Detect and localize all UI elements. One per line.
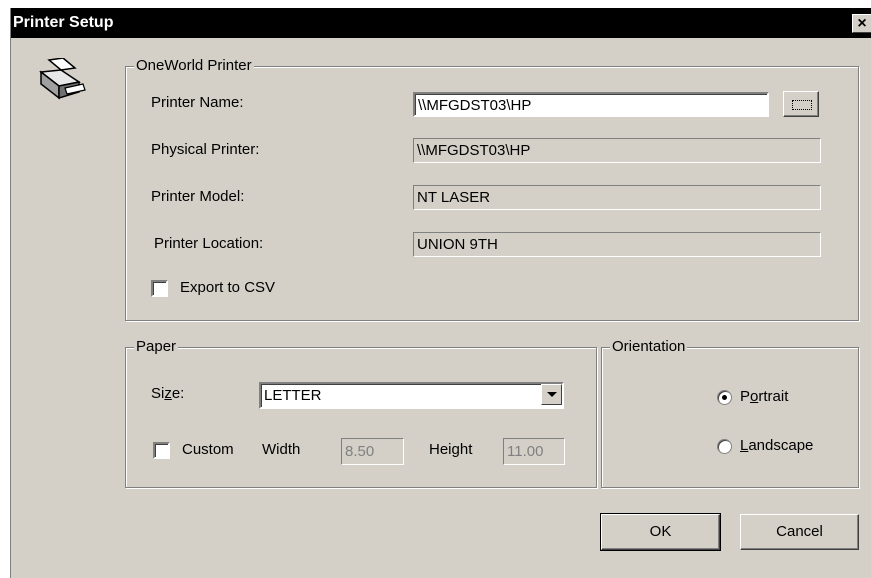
portrait-label[interactable]: Portrait xyxy=(740,388,788,406)
title-bar: Printer Setup × xyxy=(11,8,871,38)
paper-size-value: LETTER xyxy=(264,387,322,404)
physical-printer-field: \\MFGDST03\HP xyxy=(413,138,821,163)
window-title: Printer Setup xyxy=(13,14,114,31)
printer-name-input[interactable]: \\MFGDST03\HP xyxy=(413,92,769,117)
physical-printer-label: Physical Printer: xyxy=(151,141,260,158)
paper-group: Paper Size: LETTER Custom Width 8.50 Hei… xyxy=(125,338,597,488)
paper-group-label: Paper xyxy=(134,338,179,356)
printer-icon xyxy=(39,58,86,100)
paper-size-select[interactable]: LETTER xyxy=(259,382,564,409)
export-csv-label[interactable]: Export to CSV xyxy=(180,279,275,297)
printer-model-label: Printer Model: xyxy=(151,188,245,205)
width-label: Width xyxy=(262,441,301,458)
browse-printer-button[interactable] xyxy=(783,91,819,117)
orientation-group-label: Orientation xyxy=(610,338,688,356)
portrait-radio[interactable] xyxy=(717,390,732,405)
printer-location-field: UNION 9TH xyxy=(413,232,821,257)
cancel-button[interactable]: Cancel xyxy=(740,514,859,550)
printer-setup-dialog: Printer Setup × OneWorld Printer Printer… xyxy=(10,8,871,578)
ok-button[interactable]: OK xyxy=(600,513,721,551)
chevron-down-icon xyxy=(547,392,557,397)
landscape-radio[interactable] xyxy=(717,439,732,454)
radio-selected-dot xyxy=(722,395,727,400)
export-csv-checkbox[interactable] xyxy=(151,280,168,297)
custom-label[interactable]: Custom xyxy=(182,441,234,459)
dropdown-button[interactable] xyxy=(541,384,562,405)
oneworld-printer-group: OneWorld Printer Printer Name: \\MFGDST0… xyxy=(125,57,859,321)
size-label: Size: xyxy=(151,385,185,402)
landscape-label[interactable]: Landscape xyxy=(740,437,813,455)
custom-checkbox[interactable] xyxy=(153,442,170,459)
close-button[interactable]: × xyxy=(852,14,871,33)
height-label: Height xyxy=(429,441,473,458)
printer-location-label: Printer Location: xyxy=(154,235,264,252)
printer-model-field: NT LASER xyxy=(413,185,821,210)
height-input[interactable]: 11.00 xyxy=(503,438,565,465)
orientation-group: Orientation Portrait Landscape xyxy=(601,338,859,488)
oneworld-printer-group-label: OneWorld Printer xyxy=(134,57,254,75)
ellipsis-icon xyxy=(792,100,812,110)
width-input[interactable]: 8.50 xyxy=(341,438,404,465)
printer-name-label: Printer Name: xyxy=(151,94,244,111)
